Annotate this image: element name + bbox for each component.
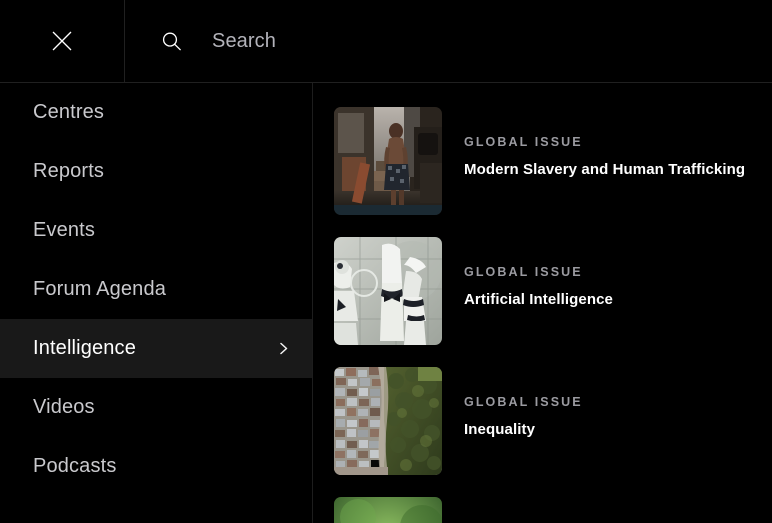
list-item-title: Inequality — [464, 421, 536, 438]
list-item[interactable]: GLOBAL ISSUE Artificial Intelligence — [334, 237, 772, 347]
sidebar-item-label: Reports — [33, 160, 105, 182]
search-bar[interactable] — [125, 0, 772, 82]
sidebar-item-podcasts[interactable]: Podcasts — [0, 437, 312, 496]
sidebar-item-reports[interactable]: Reports — [0, 142, 312, 201]
close-button[interactable] — [0, 0, 125, 82]
sidebar-item-events[interactable]: Events — [0, 201, 312, 260]
list-item-text: GLOBAL ISSUE Modern Slavery and Human Tr… — [464, 107, 745, 178]
overlay-header — [0, 0, 772, 83]
sidebar-item-intelligence[interactable]: Intelligence — [0, 319, 312, 378]
sidebar-item-label: Events — [33, 219, 96, 241]
sidebar-item-label: Centres — [33, 101, 105, 123]
search-icon — [162, 32, 181, 50]
list-item-kicker: GLOBAL ISSUE — [464, 265, 583, 279]
list-item-title: Artificial Intelligence — [464, 291, 614, 308]
thumbnail-green-nature-dandelion — [334, 497, 442, 523]
list-item-kicker: GLOBAL ISSUE — [464, 395, 583, 409]
sidebar-item-label: Intelligence — [33, 337, 136, 359]
thumbnail-white-humanoid-robots — [334, 237, 442, 345]
list-item[interactable]: GLOBAL ISSUE Inequality — [334, 367, 772, 477]
list-item-text: GLOBAL ISSUE Artificial Intelligence — [464, 237, 613, 308]
sidebar-item-label: Forum Agenda — [33, 278, 166, 300]
search-input[interactable] — [212, 21, 632, 61]
list-item-title: Modern Slavery and Human Trafficking — [464, 161, 746, 178]
sidebar-item-videos[interactable]: Videos — [0, 378, 312, 437]
sidebar-item-centres[interactable]: Centres — [0, 83, 312, 142]
close-icon — [52, 31, 72, 51]
sidebar-item-label: Videos — [33, 396, 95, 418]
thumbnail-worker-in-industrial-workshop — [334, 107, 442, 215]
list-item[interactable]: GLOBAL ISSUE Modern Slavery and Human Tr… — [334, 107, 772, 217]
search-results-list: GLOBAL ISSUE Modern Slavery and Human Tr… — [314, 83, 772, 523]
sidebar-item-forum-agenda[interactable]: Forum Agenda — [0, 260, 312, 319]
chevron-right-icon — [280, 342, 288, 355]
list-item-text: GLOBAL ISSUE Inequality — [464, 367, 583, 438]
list-item[interactable] — [334, 497, 772, 523]
sidebar-item-label: Podcasts — [33, 455, 117, 477]
sidebar-nav: Centres Reports Events Forum Agenda Inte — [0, 83, 313, 523]
search-overlay: Centres Reports Events Forum Agenda Inte — [0, 0, 772, 523]
thumbnail-aerial-informal-settlement-and-forest — [334, 367, 442, 475]
list-item-kicker: GLOBAL ISSUE — [464, 135, 583, 149]
